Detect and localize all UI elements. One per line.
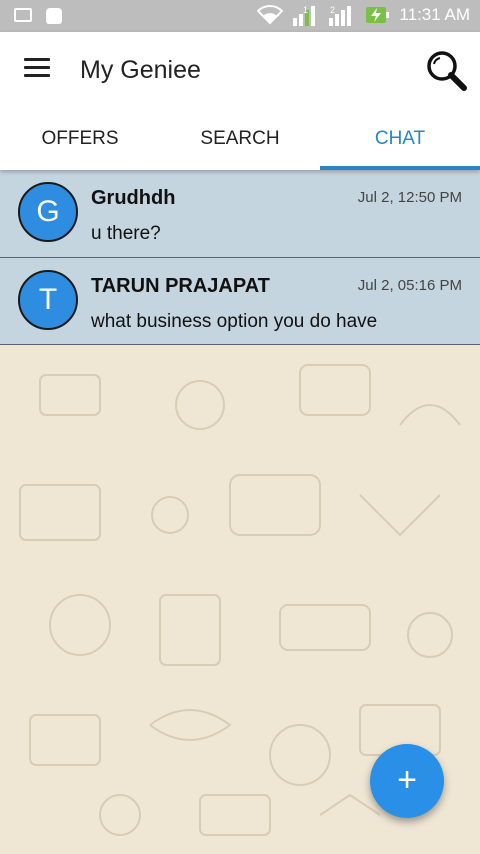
chat-contact-name: Grudhdh — [91, 187, 176, 209]
hamburger-menu-icon[interactable] — [24, 58, 50, 78]
avatar: G — [18, 182, 78, 242]
chat-timestamp: Jul 2, 05:16 PM — [357, 277, 462, 294]
chat-timestamp: Jul 2, 12:50 PM — [357, 189, 462, 206]
chat-list: G Grudhdh Jul 2, 12:50 PM u there? T TAR… — [0, 170, 480, 345]
chat-last-message: what business option you do have — [91, 311, 378, 332]
chat-last-message: u there? — [91, 223, 161, 244]
image-icon — [14, 8, 32, 22]
tab-offers[interactable]: OFFERS — [0, 116, 160, 170]
chat-contact-name: TARUN PRAJAPAT — [91, 275, 270, 297]
active-tab-indicator — [320, 166, 480, 170]
tab-offers-label: OFFERS — [41, 128, 119, 149]
status-bar: 1 2 11:31 AM — [0, 0, 480, 32]
sim1-label: 1 — [303, 5, 308, 15]
tab-search-label: SEARCH — [200, 128, 280, 149]
tab-search[interactable]: SEARCH — [160, 116, 320, 170]
app-bar: My Geniee OFFERS SEARCH CHAT — [0, 32, 480, 170]
tab-chat[interactable]: CHAT — [320, 116, 480, 170]
signal-sim1-icon: 1 — [293, 5, 316, 26]
tab-chat-label: CHAT — [374, 128, 426, 149]
sim2-label: 2 — [330, 5, 335, 15]
status-time: 11:31 AM — [399, 5, 470, 24]
android-icon — [46, 8, 62, 24]
search-icon[interactable] — [424, 48, 468, 92]
new-chat-fab-button[interactable]: + — [370, 744, 444, 818]
wifi-icon — [257, 5, 284, 25]
add-icon: + — [397, 761, 417, 799]
chat-row[interactable]: T TARUN PRAJAPAT Jul 2, 05:16 PM what bu… — [0, 258, 480, 345]
battery-charging-icon — [366, 7, 390, 23]
chat-row[interactable]: G Grudhdh Jul 2, 12:50 PM u there? — [0, 170, 480, 258]
avatar: T — [18, 270, 78, 330]
tab-bar: OFFERS SEARCH CHAT — [0, 116, 480, 170]
app-title: My Geniee — [80, 56, 201, 84]
signal-sim2-icon: 2 — [329, 5, 352, 26]
